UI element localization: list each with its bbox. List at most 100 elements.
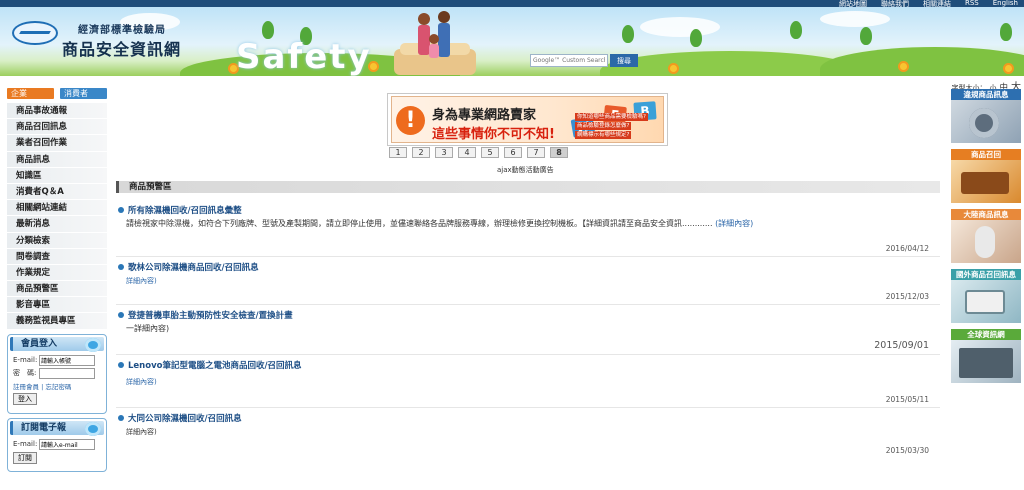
member-login-icon [85,337,101,352]
recall-image-icon [951,160,1021,203]
sidebar-item-warning[interactable]: 商品預警區 [7,281,107,298]
tab-enterprise[interactable]: 企業 [7,88,54,99]
foreign-recall-image-icon [951,280,1021,323]
site-logo[interactable]: 經濟部標準檢驗局 商品安全資訊網 [12,21,181,60]
right-block-mainland[interactable]: 大陸商品訊息 [951,209,1021,263]
ad-page-2[interactable]: 2 [412,147,430,158]
newsletter-icon [85,421,101,436]
sidebar-item-media[interactable]: 影音專區 [7,297,107,314]
header-banner: 經濟部標準檢驗局 商品安全資訊網 Safety 搜尋 [0,7,1024,76]
news-item-more-link[interactable]: 詳細內容) [126,277,157,285]
newsletter-box: 訂閱電子報 E-mail: 訂閱 [7,417,107,472]
news-item-body: 詳細內容) [116,426,940,438]
forgot-password-link[interactable]: 忘記密碼 [45,383,71,391]
mainland-image-icon [951,220,1021,263]
sidebar-item-survey[interactable]: 問卷調查 [7,248,107,265]
search-input[interactable] [530,54,608,67]
bullet-icon [118,312,124,318]
member-login-box: 會員登入 E-mail: 密 碼: 註冊會員 | 忘記密碼 登入 [7,333,107,414]
ad-page-1[interactable]: 1 [389,147,407,158]
news-item-more-link[interactable]: 一詳細內容) [126,324,169,333]
sidebar-menu: 商品事故通報 商品召回訊息 業者召回作業 商品訊息 知識區 消費者Q＆A 相關網… [7,103,107,330]
news-item-more-link[interactable]: (詳細內容) [715,219,753,228]
news-item-title[interactable]: 大同公司除濕機回收/召回訊息 [128,412,242,424]
news-item-title[interactable]: 登捷普機車胎主動預防性安全檢查/置換計畫 [128,309,293,321]
sidebar-item-business-recall[interactable]: 業者召回作業 [7,135,107,152]
sidebar-item-recall-info[interactable]: 商品召回訊息 [7,119,107,136]
search-button[interactable]: 搜尋 [610,54,638,67]
bullet-icon [118,362,124,368]
ad-page-6[interactable]: 6 [504,147,522,158]
tab-consumer[interactable]: 消費者 [60,88,107,99]
right-block-title: 國外商品召回訊息 [951,269,1021,280]
sidebar-item-product-info[interactable]: 商品訊息 [7,151,107,168]
ad-caption: ajax動態活動廣告 [497,166,554,174]
bsmi-logo-icon [12,21,58,45]
ad-page-4[interactable]: 4 [458,147,476,158]
news-item-more-link[interactable]: 詳細內容) [126,378,157,386]
right-block-violations[interactable]: 違規商品訊息 [951,89,1021,143]
page-root: 網站地圖 聯絡我們 相關連結 RSS English 經濟部標準檢驗局 商品安全… [0,0,1024,490]
violation-image-icon [951,100,1021,143]
sidebar-item-knowledge[interactable]: 知識區 [7,167,107,184]
search-area: 搜尋 [530,54,638,67]
sidebar-item-monitors[interactable]: 義務監視員專區 [7,313,107,330]
sidebar-item-related-links[interactable]: 相關網站連結 [7,200,107,217]
news-item-body: 請檢視家中除濕機，如符合下列廠牌、型號及產製期間，請立即停止使用，並儘速聯絡各品… [116,218,940,230]
ad-note: 網購標示有哪些規定? [575,131,632,139]
right-block-title: 違規商品訊息 [951,89,1021,100]
sidebar-item-consumer-qa[interactable]: 消費者Q＆A [7,183,107,201]
news-item-more-link[interactable]: 詳細內容) [126,428,157,436]
login-password-input[interactable] [39,367,95,379]
news-item-body: 詳細內容) [116,376,940,388]
news-item-date: 2015/12/03 [885,292,929,301]
ad-page-7[interactable]: 7 [527,147,545,158]
news-item-title-row: 登捷普機車胎主動預防性安全檢查/置換計畫 [116,309,940,321]
login-password-row: 密 碼: [13,367,101,379]
news-item-summary: 請檢視家中除濕機，如符合下列廠牌、型號及產製期間，請立即停止使用，並儘速聯絡各品… [126,219,713,228]
ad-page-8[interactable]: 8 [550,147,568,158]
ad-banner[interactable]: ! 身為專業網路賣家 這些事情你不可不知! W E B 你知道哪些商品需要檢驗嗎… [387,93,668,146]
right-block-recall[interactable]: 商品召回 [951,149,1021,203]
subscribe-button[interactable]: 訂閱 [13,451,37,464]
site-name: 商品安全資訊網 [62,40,182,59]
ad-notes: 你知道哪些商品需要檢驗嗎? 商品檢驗登錄怎麼做? 網購標示有哪些規定? [575,113,648,140]
flower-decoration [900,63,907,70]
bullet-icon [118,207,124,213]
news-item-date: 2016/04/12 [885,244,929,253]
login-password-label: 密 碼: [13,369,37,378]
newsletter-email-input[interactable] [39,438,95,450]
news-item-title-row: 所有除濕機回收/召回訊息彙整 [116,204,940,216]
news-item-title[interactable]: 所有除濕機回收/召回訊息彙整 [128,204,242,216]
right-block-foreign-recall[interactable]: 國外商品召回訊息 [951,269,1021,323]
news-item-title[interactable]: Lenovo筆記型電腦之電池商品回收/召回訊息 [128,359,302,371]
sidebar-item-latest-news[interactable]: 最新消息 [7,216,107,233]
ad-pager: 1 2 3 4 5 6 7 8 [389,147,568,158]
tree-decoration [622,25,634,43]
news-item: Lenovo筆記型電腦之電池商品回收/召回訊息 詳細內容) 2015/05/11 [116,359,940,408]
audience-tabs: 企業 消費者 [7,88,107,99]
newsletter-email-row: E-mail: [13,438,101,450]
right-block-global[interactable]: 全球資訊網 [951,329,1021,383]
news-item-title-row: Lenovo筆記型電腦之電池商品回收/召回訊息 [116,359,940,371]
flower-decoration [1005,65,1012,72]
news-item-body: 詳細內容) [116,275,940,287]
sidebar-item-category-search[interactable]: 分類檢索 [7,232,107,249]
sidebar-item-regulations[interactable]: 作業規定 [7,264,107,282]
login-button[interactable]: 登入 [13,392,37,405]
news-item: 所有除濕機回收/召回訊息彙整 請檢視家中除濕機，如符合下列廠牌、型號及產製期間，… [116,204,940,257]
news-item-date: 2015/03/30 [885,446,929,455]
top-bar: 網站地圖 聯絡我們 相關連結 RSS English [0,0,1024,8]
login-email-input[interactable] [39,354,95,366]
cloud-decoration [820,11,890,27]
news-item-title[interactable]: 歌林公司除濕機商品回收/召回訊息 [128,261,259,273]
logo-text: 經濟部標準檢驗局 商品安全資訊網 [62,21,181,60]
right-sidebar: 違規商品訊息 商品召回 大陸商品訊息 國外商品召回訊息 全球資訊網 [951,89,1021,389]
ad-headline: 身為專業網路賣家 [432,108,537,123]
news-item: 登捷普機車胎主動預防性安全檢查/置換計畫 一詳細內容) 2015/09/01 [116,309,940,355]
news-item-date: 2015/05/11 [885,395,929,404]
register-link[interactable]: 註冊會員 [13,383,39,391]
ad-page-5[interactable]: 5 [481,147,499,158]
ad-page-3[interactable]: 3 [435,147,453,158]
sidebar-item-incident-report[interactable]: 商品事故通報 [7,103,107,120]
